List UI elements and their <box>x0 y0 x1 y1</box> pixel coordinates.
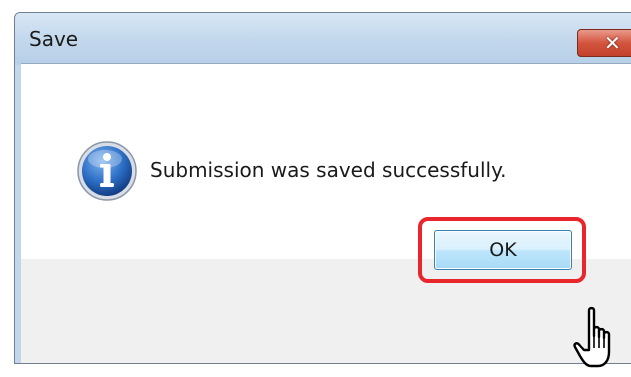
info-icon <box>77 141 137 201</box>
close-button[interactable]: ✕ <box>577 29 631 57</box>
dialog-body: Submission was saved successfully. <box>21 63 631 363</box>
save-dialog: Save ✕ Submission was saved successfully… <box>14 12 631 364</box>
close-icon: ✕ <box>604 31 621 55</box>
ok-button-label: OK <box>489 239 517 261</box>
dialog-message: Submission was saved successfully. <box>150 158 507 182</box>
dialog-title: Save <box>29 27 79 51</box>
hand-pointer-icon <box>573 306 611 368</box>
ok-button[interactable]: OK <box>434 230 572 270</box>
dialog-titlebar[interactable]: Save ✕ <box>15 13 631 65</box>
